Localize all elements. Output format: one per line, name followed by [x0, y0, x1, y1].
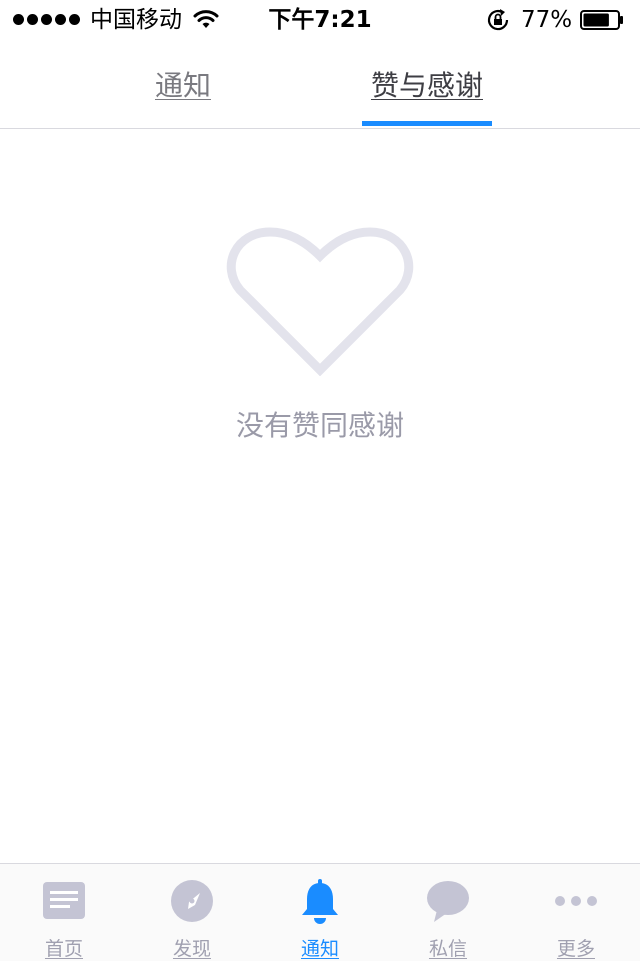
- nav-label-discover: 发现: [172, 938, 211, 960]
- tab-likes-thanks[interactable]: 赞与感谢: [362, 40, 492, 128]
- active-tab-indicator: [362, 121, 492, 126]
- compass-icon: [171, 880, 213, 922]
- nav-label-more: 更多: [556, 938, 595, 960]
- nav-label-home: 首页: [44, 938, 83, 960]
- more-dots-icon: [555, 896, 597, 906]
- nav-label-messages: 私信: [428, 938, 467, 960]
- home-feed-icon: [43, 882, 85, 919]
- status-bar: 中国移动 下午7:21 77%: [0, 0, 640, 40]
- nav-label-notifications: 通知: [300, 938, 339, 960]
- nav-item-notifications[interactable]: 通知: [256, 864, 384, 961]
- heart-outline-icon: [226, 227, 414, 376]
- empty-state-message: 没有赞同感谢: [235, 409, 404, 442]
- battery-icon: [580, 10, 623, 30]
- tab-label: 通知: [154, 69, 211, 102]
- nav-item-more[interactable]: 更多: [512, 864, 640, 961]
- tab-bar: 通知 赞与感谢: [0, 40, 640, 129]
- bottom-nav: 首页 发现 通知 私信 更多: [0, 863, 640, 961]
- tab-label: 赞与感谢: [370, 69, 483, 102]
- battery-percent: 77%: [521, 7, 573, 33]
- nav-item-messages[interactable]: 私信: [384, 864, 512, 961]
- nav-item-discover[interactable]: 发现: [128, 864, 256, 961]
- tab-notifications[interactable]: 通知: [118, 40, 248, 128]
- chat-bubble-icon: [427, 881, 469, 922]
- nav-item-home[interactable]: 首页: [0, 864, 128, 961]
- rotation-lock-icon: [487, 9, 509, 31]
- bell-icon: [302, 879, 338, 924]
